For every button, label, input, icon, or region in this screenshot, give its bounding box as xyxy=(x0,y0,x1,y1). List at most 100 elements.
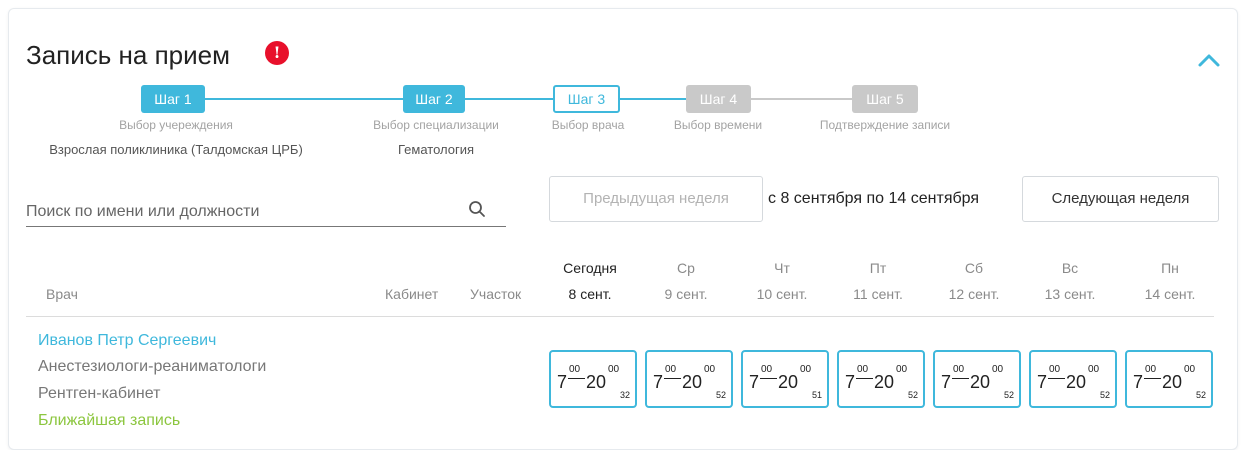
slot-to-hour: 20 xyxy=(1162,372,1183,392)
step-2-caption: Выбор специализации xyxy=(373,118,499,132)
day-name: Ср xyxy=(677,260,695,276)
day-header-3: Пт 11 сент. xyxy=(833,258,923,302)
time-slot-1[interactable]: 7 00 20 00 52 xyxy=(645,350,733,408)
slot-count: 52 xyxy=(715,390,726,400)
slot-count: 51 xyxy=(811,390,822,400)
slot-from-minute: 00 xyxy=(953,364,965,375)
step-2[interactable]: Шаг 2 xyxy=(403,85,465,113)
slot-from-hour: 7 xyxy=(1133,372,1144,392)
time-slot-3[interactable]: 7 00 20 00 52 xyxy=(837,350,925,408)
slot-dash xyxy=(568,378,585,379)
slot-to-minute: 00 xyxy=(1088,364,1100,375)
day-header-1: Ср 9 сент. xyxy=(641,258,731,302)
search-input[interactable] xyxy=(26,198,466,226)
column-header-district: Участок xyxy=(470,286,522,302)
step-5-caption: Подтверждение записи xyxy=(819,118,951,132)
slot-to-hour: 20 xyxy=(970,372,991,392)
day-date: 11 сент. xyxy=(853,286,903,302)
day-date: 14 сент. xyxy=(1144,286,1196,302)
day-header-0: Сегодня 8 сент. xyxy=(545,258,635,302)
slot-from-hour: 7 xyxy=(1037,372,1048,392)
page-title: Запись на прием xyxy=(26,40,230,70)
column-header-cabinet: Кабинет xyxy=(385,286,439,302)
info-icon[interactable]: ! xyxy=(265,41,289,65)
slot-from-hour: 7 xyxy=(653,372,664,392)
slot-dash xyxy=(856,378,873,379)
day-header-2: Чт 10 сент. xyxy=(737,258,827,302)
step-connector xyxy=(465,98,553,100)
slot-to-hour: 20 xyxy=(1066,372,1087,392)
time-slot-0[interactable]: 7 00 20 00 32 xyxy=(549,350,637,408)
slot-dash xyxy=(664,378,681,379)
slot-count: 32 xyxy=(619,390,630,400)
slot-from-minute: 00 xyxy=(569,364,581,375)
step-3[interactable]: Шаг 3 xyxy=(553,85,620,113)
slot-dash xyxy=(1144,378,1161,379)
slot-from-minute: 00 xyxy=(857,364,869,375)
slot-from-hour: 7 xyxy=(845,372,856,392)
time-slot-5[interactable]: 7 00 20 00 52 xyxy=(1029,350,1117,408)
slot-to-hour: 20 xyxy=(874,372,895,392)
slot-from-hour: 7 xyxy=(941,372,952,392)
day-date: 8 сент. xyxy=(568,286,612,302)
time-slot-2[interactable]: 7 00 20 00 51 xyxy=(741,350,829,408)
step-4-caption: Выбор времени xyxy=(673,118,763,132)
slot-dash xyxy=(952,378,969,379)
day-name: Чт xyxy=(774,260,790,276)
slot-from-minute: 00 xyxy=(761,364,773,375)
step-1-value: Взрослая поликлиника (Талдомская ЦРБ) xyxy=(49,142,303,157)
day-name: Пт xyxy=(869,260,887,276)
day-date: 9 сент. xyxy=(664,286,708,302)
slot-from-hour: 7 xyxy=(749,372,760,392)
day-date: 13 сент. xyxy=(1044,286,1096,302)
slot-count: 52 xyxy=(1099,390,1110,400)
doctor-specialty: Анестезиологи-реаниматологи xyxy=(38,358,267,375)
slot-count: 52 xyxy=(1003,390,1014,400)
slot-to-minute: 00 xyxy=(800,364,812,375)
slot-from-hour: 7 xyxy=(557,372,568,392)
next-week-button[interactable]: Следующая неделя xyxy=(1022,176,1219,222)
time-slot-4[interactable]: 7 00 20 00 52 xyxy=(933,350,1021,408)
column-header-doctor: Врач xyxy=(46,286,78,302)
search-icon[interactable] xyxy=(468,200,486,218)
slot-dash xyxy=(760,378,777,379)
slot-count: 52 xyxy=(907,390,918,400)
step-2-value: Гематология xyxy=(397,142,475,157)
slot-to-minute: 00 xyxy=(1184,364,1196,375)
day-name: Сб xyxy=(964,260,984,276)
slot-to-minute: 00 xyxy=(992,364,1004,375)
doctor-name-link[interactable]: Иванов Петр Сергеевич xyxy=(38,332,216,350)
day-header-4: Сб 12 сент. xyxy=(929,258,1019,302)
chevron-up-icon[interactable] xyxy=(1197,52,1221,68)
doctor-room: Рентген-кабинет xyxy=(38,385,161,402)
search-field[interactable] xyxy=(26,196,506,227)
day-name: Сегодня xyxy=(563,260,617,276)
slot-to-minute: 00 xyxy=(704,364,716,375)
slot-to-hour: 20 xyxy=(682,372,703,392)
step-connector xyxy=(620,98,686,100)
slot-to-hour: 20 xyxy=(778,372,799,392)
step-4: Шаг 4 xyxy=(686,85,751,113)
slot-from-minute: 00 xyxy=(665,364,677,375)
time-slot-6[interactable]: 7 00 20 00 52 xyxy=(1125,350,1213,408)
step-5: Шаг 5 xyxy=(852,85,918,113)
step-connector xyxy=(205,98,403,100)
nearest-appointment-link[interactable]: Ближайшая запись xyxy=(38,412,180,430)
slot-from-minute: 00 xyxy=(1049,364,1061,375)
slot-from-minute: 00 xyxy=(1145,364,1157,375)
slot-to-minute: 00 xyxy=(896,364,908,375)
day-date: 10 сент. xyxy=(756,286,808,302)
step-1-caption: Выбор учереждения xyxy=(119,118,233,132)
prev-week-button[interactable]: Предыдущая неделя xyxy=(549,176,763,222)
step-1[interactable]: Шаг 1 xyxy=(141,85,205,113)
day-date: 12 сент. xyxy=(948,286,1000,302)
step-connector xyxy=(751,98,852,100)
slot-to-hour: 20 xyxy=(586,372,607,392)
day-header-5: Вс 13 сент. xyxy=(1025,258,1115,302)
day-name: Пн xyxy=(1161,260,1179,276)
day-header-6: Пн 14 сент. xyxy=(1125,258,1215,302)
step-3-caption: Выбор врача xyxy=(551,118,625,132)
slot-dash xyxy=(1048,378,1065,379)
day-name: Вс xyxy=(1061,260,1079,276)
week-range-label: с 8 сентября по 14 сентября xyxy=(768,190,980,207)
